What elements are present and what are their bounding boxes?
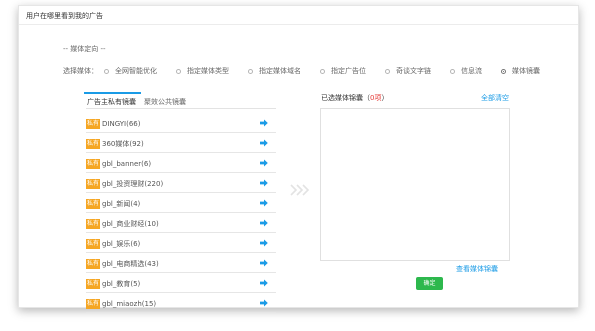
- private-tag: 私有: [86, 238, 101, 249]
- radio-icon: [248, 68, 253, 74]
- tab-public-kits[interactable]: 聚效公共镜囊: [144, 97, 186, 107]
- private-tag: 私有: [86, 178, 101, 189]
- arrow-right-icon[interactable]: [260, 239, 268, 247]
- private-tag: 私有: [86, 258, 101, 269]
- kit-list-item[interactable]: 私有 gbl_miaozh(15): [86, 295, 276, 313]
- targeting-panel: 用户在哪里看到我的广告 -- 媒体定向 -- 选择媒体： 全网智能优化 指定媒体…: [18, 5, 579, 313]
- kit-list-item[interactable]: 私有 gbl_教育(5): [86, 275, 276, 293]
- double-chevron-right-icon: [290, 184, 310, 196]
- confirm-button[interactable]: 确定: [416, 277, 443, 290]
- arrow-right-icon[interactable]: [260, 299, 268, 307]
- kit-name: gbl_新闻(4): [102, 199, 141, 208]
- kit-list-item[interactable]: 私有 360媒体(92): [86, 135, 276, 153]
- radio-media-domain[interactable]: 指定媒体域名: [248, 66, 301, 76]
- selected-kits-box: [320, 108, 510, 261]
- kit-name: gbl_miaozh(15): [102, 299, 157, 308]
- private-tag: 私有: [86, 218, 101, 229]
- selected-title: 已选媒体锦囊（0项）: [321, 94, 389, 102]
- media-radio-group: 选择媒体： 全网智能优化 指定媒体类型 指定媒体域名 指定广告位 奇谈文字链 信…: [63, 66, 540, 76]
- kit-list-item[interactable]: 私有 gbl_娱乐(6): [86, 235, 276, 253]
- arrow-right-icon[interactable]: [260, 119, 268, 127]
- selected-count: 0项: [370, 94, 382, 102]
- divider: [19, 24, 578, 25]
- kit-list-item[interactable]: 私有 gbl_商业财经(10): [86, 215, 276, 233]
- clear-all-link[interactable]: 全部清空: [481, 93, 509, 103]
- arrow-right-icon[interactable]: [260, 179, 268, 187]
- radio-icon: [320, 68, 325, 74]
- kit-list-item[interactable]: 私有 gbl_电商精选(43): [86, 255, 276, 273]
- kit-name: gbl_banner(6): [102, 159, 152, 168]
- selected-kits-panel: 已选媒体锦囊（0项） 全部清空 查看媒体锦囊 确定: [319, 90, 510, 300]
- radio-icon: [450, 68, 455, 74]
- radio-all-network[interactable]: 全网智能优化: [104, 66, 157, 76]
- arrow-right-icon[interactable]: [260, 219, 268, 227]
- kit-name: gbl_教育(5): [102, 279, 141, 288]
- tab-private-kits[interactable]: 广告主私有镜囊: [84, 92, 141, 107]
- media-kit-library: 广告主私有镜囊 聚效公共镜囊 私有 DINGYI(66) 私有 360媒体(92) 私有…: [84, 92, 276, 313]
- private-tag: 私有: [86, 298, 101, 309]
- kit-list-item[interactable]: 私有 DINGYI(66): [86, 115, 276, 133]
- radio-selected-icon: [501, 68, 506, 74]
- view-media-kits-link[interactable]: 查看媒体锦囊: [456, 264, 498, 274]
- radio-icon: [104, 68, 109, 74]
- kit-name: gbl_投资理财(220): [102, 179, 164, 188]
- arrow-right-icon[interactable]: [260, 279, 268, 287]
- radio-ad-slot[interactable]: 指定广告位: [320, 66, 366, 76]
- radio-media-type[interactable]: 指定媒体类型: [176, 66, 229, 76]
- kit-name: DINGYI(66): [102, 119, 141, 128]
- kit-list: 私有 DINGYI(66) 私有 360媒体(92) 私有 gbl_banner(6) 私有…: [86, 115, 276, 315]
- private-tag: 私有: [86, 158, 101, 169]
- arrow-right-icon[interactable]: [260, 139, 268, 147]
- private-tag: 私有: [86, 278, 101, 289]
- radio-media-kit[interactable]: 媒体镜囊: [501, 66, 540, 76]
- radio-text-link[interactable]: 奇谈文字链: [385, 66, 431, 76]
- kit-list-item[interactable]: 私有 gbl_banner(6): [86, 155, 276, 173]
- page-title: 用户在哪里看到我的广告: [26, 12, 103, 20]
- radio-icon: [385, 68, 390, 74]
- kit-name: gbl_商业财经(10): [102, 219, 159, 228]
- library-tabs: 广告主私有镜囊 聚效公共镜囊: [84, 92, 276, 109]
- media-select-label: 选择媒体：: [63, 67, 98, 75]
- section-label: -- 媒体定向 --: [63, 45, 106, 53]
- private-tag: 私有: [86, 118, 101, 129]
- radio-icon: [176, 68, 181, 74]
- kit-list-item[interactable]: 私有 gbl_新闻(4): [86, 195, 276, 213]
- kit-name: 360媒体(92): [102, 139, 144, 148]
- private-tag: 私有: [86, 138, 101, 149]
- arrow-right-icon[interactable]: [260, 259, 268, 267]
- arrow-right-icon[interactable]: [260, 199, 268, 207]
- kit-list-item[interactable]: 私有 gbl_投资理财(220): [86, 175, 276, 193]
- radio-feed[interactable]: 信息流: [450, 66, 482, 76]
- private-tag: 私有: [86, 198, 101, 209]
- kit-name: gbl_电商精选(43): [102, 259, 159, 268]
- kit-name: gbl_娱乐(6): [102, 239, 141, 248]
- arrow-right-icon[interactable]: [260, 159, 268, 167]
